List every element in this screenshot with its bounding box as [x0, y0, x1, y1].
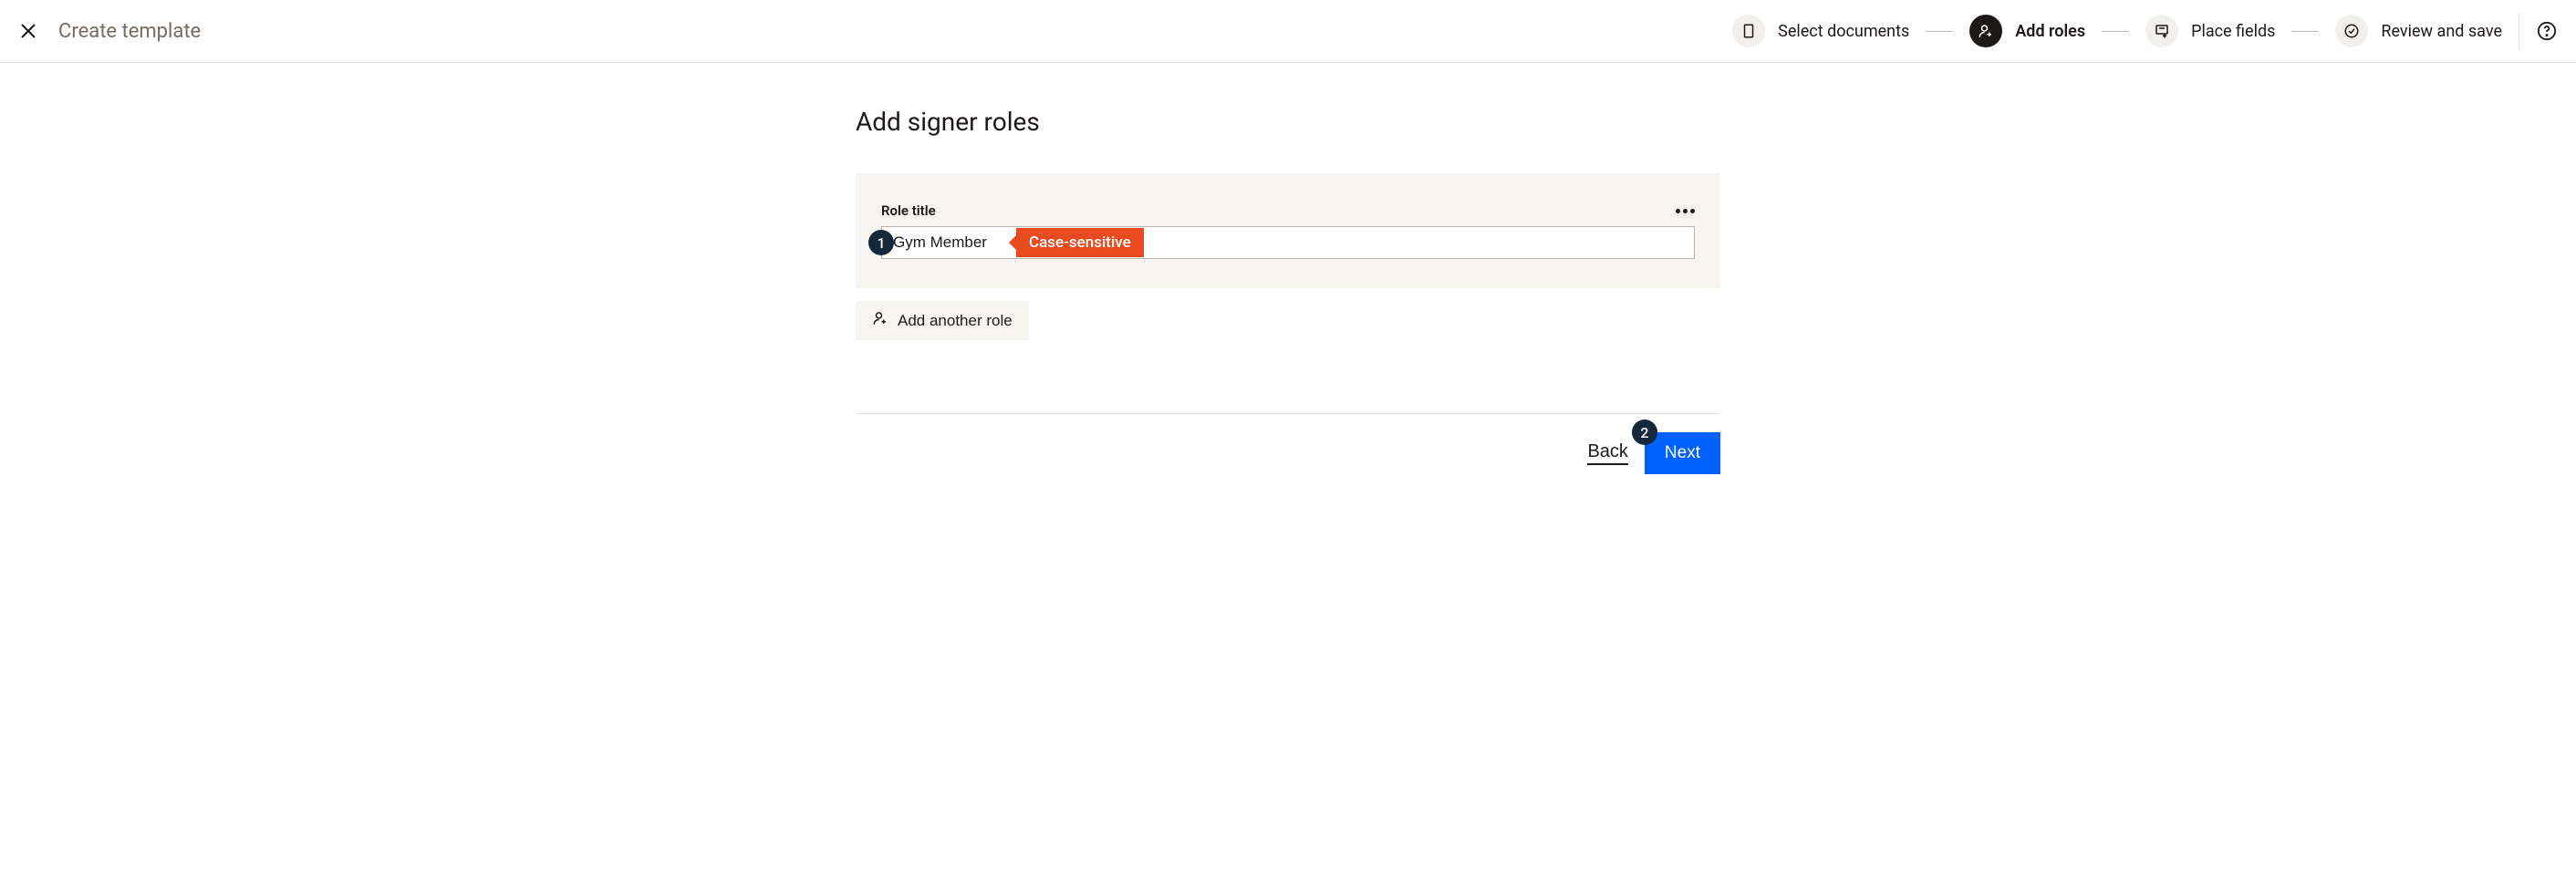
next-button-wrap: 2 Next	[1645, 432, 1720, 474]
step-connector	[2102, 31, 2129, 32]
step-select-documents[interactable]: Select documents	[1732, 15, 1909, 47]
document-icon	[1732, 15, 1765, 47]
person-add-icon	[1969, 15, 2002, 47]
check-circle-icon	[2335, 15, 2368, 47]
step-label: Review and save	[2381, 22, 2502, 41]
header: Create template Select documents	[0, 0, 2576, 63]
role-card: Role title 1 Case-sensitive	[856, 173, 1720, 288]
next-button[interactable]: Next	[1645, 432, 1720, 474]
field-icon	[2145, 15, 2178, 47]
header-left: Create template	[18, 20, 201, 43]
header-right: Select documents Add roles	[1732, 13, 2558, 49]
page-title: Add signer roles	[856, 107, 1720, 137]
person-add-icon	[872, 310, 888, 331]
annotation-badge-1: 1	[868, 230, 894, 255]
case-sensitive-tooltip: Case-sensitive	[1016, 228, 1144, 257]
close-icon[interactable]	[18, 21, 38, 41]
back-button[interactable]: Back	[1587, 441, 1627, 465]
add-role-label: Add another role	[898, 312, 1013, 330]
wizard-steps: Select documents Add roles	[1732, 15, 2502, 47]
more-options-icon[interactable]	[1676, 209, 1695, 213]
footer-actions: Back 2 Next	[856, 413, 1720, 474]
step-place-fields[interactable]: Place fields	[2145, 15, 2275, 47]
step-add-roles[interactable]: Add roles	[1969, 15, 2085, 47]
main-content: Add signer roles Role title 1 Case-sensi…	[856, 63, 1720, 474]
role-title-label: Role title	[881, 202, 936, 219]
step-label: Place fields	[2191, 22, 2275, 41]
step-label: Add roles	[2015, 22, 2085, 41]
step-connector	[1926, 31, 1953, 32]
step-connector	[2291, 31, 2319, 32]
step-label: Select documents	[1778, 22, 1909, 41]
help-icon[interactable]	[2536, 20, 2558, 42]
annotation-badge-2: 2	[1632, 419, 1657, 445]
role-card-header: Role title	[881, 202, 1695, 219]
add-another-role-button[interactable]: Add another role	[856, 301, 1029, 340]
step-review-save[interactable]: Review and save	[2335, 15, 2502, 47]
role-input-wrap: 1 Case-sensitive	[881, 226, 1695, 259]
role-title-input[interactable]	[881, 226, 1695, 259]
page-breadcrumb-title: Create template	[58, 20, 201, 43]
